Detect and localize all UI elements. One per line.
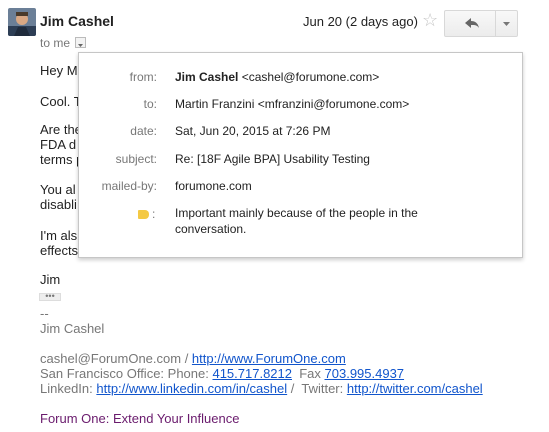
twitter-link[interactable]: http://twitter.com/cashel	[347, 381, 483, 396]
body-line: Are the	[40, 122, 82, 137]
from-label: from:	[129, 70, 157, 84]
body-line: terms p	[40, 152, 84, 167]
to-label: to:	[143, 97, 157, 111]
mailed-by-value: forumone.com	[175, 179, 252, 193]
body-line: disabli	[40, 197, 77, 212]
reply-button[interactable]	[444, 10, 496, 37]
linkedin-link[interactable]: http://www.linkedin.com/in/cashel	[96, 381, 287, 396]
signature-tagline: Forum One: Extend Your Influence	[40, 411, 240, 426]
signature-social-line: LinkedIn: http://www.linkedin.com/in/cas…	[40, 381, 483, 396]
importance-reason-line1: Important mainly because of the people i…	[175, 206, 418, 220]
date-label: date:	[130, 124, 157, 138]
to-value: Martin Franzini <mfranzini@forumone.com>	[175, 97, 410, 111]
message-details-popup: from: Jim Cashel <cashel@forumone.com> t…	[78, 52, 523, 258]
subject-value: Re: [18F Agile BPA] Usability Testing	[175, 152, 370, 166]
importance-marker-icon	[138, 210, 149, 219]
body-line: FDA d	[40, 137, 77, 152]
show-trimmed-content-button[interactable]: •••	[39, 292, 61, 301]
more-actions-button[interactable]	[495, 10, 518, 37]
signature-name: Jim Cashel	[40, 321, 105, 336]
recipients-summary: to me	[40, 36, 71, 50]
importance-colon: :	[152, 207, 156, 221]
importance-reason-line2: conversation.	[175, 222, 247, 236]
chevron-down-icon	[78, 44, 83, 47]
signature-office-line: San Francisco Office: Phone: 415.717.821…	[40, 366, 405, 381]
avatar[interactable]	[8, 8, 36, 36]
fax-link[interactable]: 703.995.4937	[325, 366, 405, 381]
website-link[interactable]: http://www.ForumOne.com	[192, 351, 346, 366]
body-line: Cool. T	[40, 94, 82, 109]
body-line: You al	[40, 182, 76, 197]
date-value: Sat, Jun 20, 2015 at 7:26 PM	[175, 124, 331, 138]
body-line: I'm als	[40, 228, 78, 243]
from-value: Jim Cashel <cashel@forumone.com>	[175, 70, 380, 84]
sender-name[interactable]: Jim Cashel	[40, 13, 114, 29]
star-icon[interactable]: ☆	[422, 11, 438, 29]
body-line: Hey M	[40, 63, 78, 78]
body-line: effects	[40, 243, 79, 258]
subject-label: subject:	[115, 152, 157, 166]
mailed-by-label: mailed-by:	[101, 179, 157, 193]
closing: Jim	[40, 272, 61, 287]
signature-contact-line: cashel@ForumOne.com / http://www.ForumOn…	[40, 351, 346, 366]
chevron-down-icon	[503, 22, 510, 26]
reply-icon	[465, 18, 479, 28]
message-date: Jun 20 (2 days ago)	[303, 14, 418, 29]
phone-link[interactable]: 415.717.8212	[212, 366, 292, 381]
show-details-button[interactable]	[75, 37, 86, 48]
signature-email: cashel@ForumOne.com	[40, 351, 182, 366]
reply-button-group	[444, 10, 518, 37]
signature-dashes: --	[40, 306, 49, 321]
